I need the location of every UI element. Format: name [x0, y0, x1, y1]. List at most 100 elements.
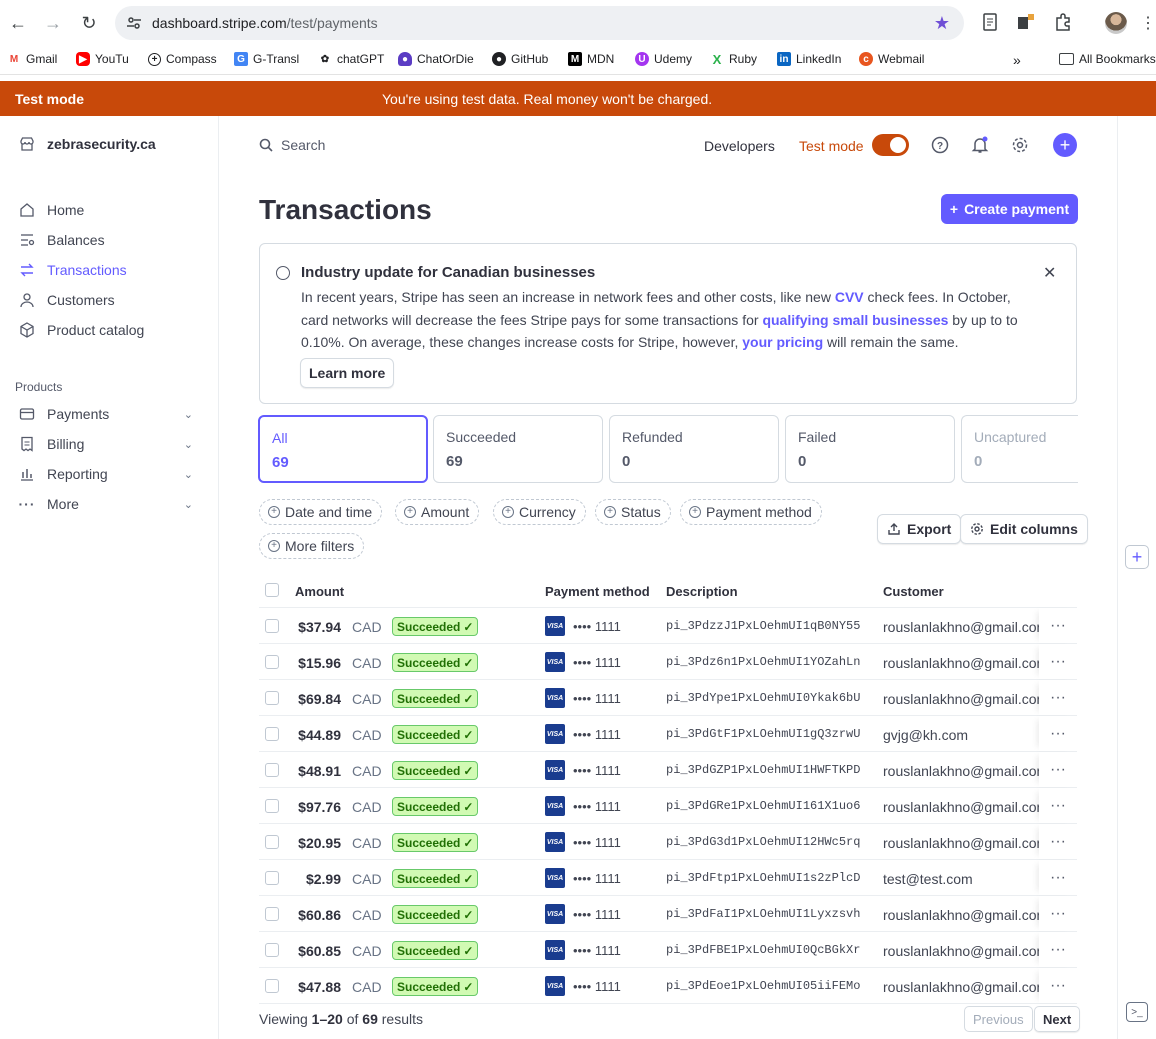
extension-icon[interactable] — [1016, 12, 1036, 32]
settings-gear-icon[interactable] — [1009, 134, 1031, 156]
all-bookmarks[interactable]: All Bookmarks — [1059, 52, 1156, 66]
bookmark-webmail[interactable]: c Webmail — [859, 52, 924, 66]
chevron-down-icon[interactable]: ⌄ — [184, 408, 193, 421]
bookmark-chatgpt[interactable]: ✿ chatGPT — [318, 52, 384, 66]
profile-avatar[interactable] — [1105, 12, 1127, 34]
filter-date-and-time[interactable]: + Date and time — [259, 499, 383, 525]
row-actions-more-icon[interactable]: ··· — [1039, 608, 1077, 643]
developers-link[interactable]: Developers — [704, 138, 775, 154]
sidebar-item-payments[interactable]: Payments ⌄ — [19, 406, 199, 422]
row-actions-more-icon[interactable]: ··· — [1039, 824, 1077, 859]
bookmark-translate[interactable]: G G-Transl — [234, 52, 299, 66]
help-icon[interactable]: ? — [929, 134, 951, 156]
bookmark-linkedin[interactable]: in LinkedIn — [777, 52, 841, 66]
table-row[interactable]: $15.96 CAD Succeeded ✓ VISA •••• 1111 pi_3Pdz6… — [259, 644, 1077, 680]
row-actions-more-icon[interactable]: ··· — [1039, 968, 1077, 1003]
bookmark-chatordie[interactable]: ● ChatOrDie — [398, 52, 474, 66]
row-actions-more-icon[interactable]: ··· — [1039, 752, 1077, 787]
bookmark-star-icon[interactable]: ★ — [934, 13, 950, 34]
chevron-down-icon[interactable]: ⌄ — [184, 438, 193, 451]
column-header-customer[interactable]: Customer — [883, 584, 944, 599]
table-row[interactable]: $2.99 CAD Succeeded ✓ VISA •••• 1111 pi_3PdFtp… — [259, 860, 1077, 896]
column-header-amount[interactable]: Amount — [295, 584, 344, 599]
table-row[interactable]: $44.89 CAD Succeeded ✓ VISA •••• 1111 pi_3PdGt… — [259, 716, 1077, 752]
filter-more-filters[interactable]: + More filters — [259, 533, 365, 559]
select-all-checkbox[interactable] — [265, 583, 279, 597]
filter-amount[interactable]: + Amount — [395, 499, 480, 525]
cvv-link[interactable]: CVV — [835, 289, 864, 305]
sidebar-item-product-catalog[interactable]: Product catalog — [19, 322, 199, 338]
table-row[interactable]: $60.85 CAD Succeeded ✓ VISA •••• 1111 pi_3PdFB… — [259, 932, 1077, 968]
chevron-down-icon[interactable]: ⌄ — [184, 468, 193, 481]
back-arrow-icon[interactable]: ← — [6, 11, 30, 35]
account-switcher[interactable]: zebrasecurity.ca — [19, 136, 156, 152]
row-actions-more-icon[interactable]: ··· — [1039, 896, 1077, 931]
terminal-icon[interactable]: >_ — [1126, 1002, 1148, 1022]
chevron-down-icon[interactable]: ⌄ — [184, 498, 193, 511]
stat-tab-uncaptured[interactable]: Uncaptured 0 — [961, 415, 1078, 483]
row-checkbox[interactable] — [265, 907, 279, 921]
notifications-bell-icon[interactable] — [969, 134, 991, 156]
table-row[interactable]: $47.88 CAD Succeeded ✓ VISA •••• 1111 pi_3PdEo… — [259, 968, 1077, 1004]
more-bookmarks-chevron-icon[interactable]: » — [1013, 52, 1021, 68]
row-actions-more-icon[interactable]: ··· — [1039, 716, 1077, 751]
filter-currency[interactable]: + Currency — [493, 499, 586, 525]
table-row[interactable]: $37.94 CAD Succeeded ✓ VISA •••• 1111 pi_3Pdzz… — [259, 608, 1077, 644]
stat-tab-failed[interactable]: Failed 0 — [785, 415, 955, 483]
sidebar-item-more[interactable]: ··· More ⌄ — [19, 496, 199, 512]
close-icon[interactable]: ✕ — [1043, 263, 1056, 283]
row-checkbox[interactable] — [265, 979, 279, 993]
your-pricing-link[interactable]: your pricing — [742, 334, 823, 350]
stat-tab-all[interactable]: All 69 — [258, 415, 428, 483]
sidebar-item-transactions[interactable]: Transactions — [19, 262, 199, 278]
edit-columns-button[interactable]: Edit columns — [960, 514, 1088, 544]
browser-menu-icon[interactable]: ⋮ — [1140, 13, 1156, 33]
qualifying-small-businesses-link[interactable]: qualifying small businesses — [762, 312, 948, 328]
row-actions-more-icon[interactable]: ··· — [1039, 644, 1077, 679]
create-payment-button[interactable]: + Create payment — [941, 194, 1078, 224]
table-row[interactable]: $60.86 CAD Succeeded ✓ VISA •••• 1111 pi_3PdFa… — [259, 896, 1077, 932]
puzzle-extensions-icon[interactable] — [1053, 12, 1073, 32]
bookmark-compass[interactable]: + Compass — [148, 52, 217, 66]
column-header-payment-method[interactable]: Payment method — [545, 584, 650, 599]
stat-tab-refunded[interactable]: Refunded 0 — [609, 415, 779, 483]
row-actions-more-icon[interactable]: ··· — [1039, 932, 1077, 967]
row-checkbox[interactable] — [265, 727, 279, 741]
row-actions-more-icon[interactable]: ··· — [1039, 788, 1077, 823]
learn-more-button[interactable]: Learn more — [300, 358, 395, 388]
sidebar-item-customers[interactable]: Customers — [19, 292, 199, 308]
bookmark-udemy[interactable]: U Udemy — [635, 52, 692, 66]
address-bar[interactable]: dashboard.stripe.com/test/payments ★ — [115, 6, 964, 40]
sidebar-item-home[interactable]: Home — [19, 202, 199, 218]
bookmark-gmail[interactable]: M Gmail — [7, 52, 57, 66]
stat-tab-succeeded[interactable]: Succeeded 69 — [433, 415, 603, 483]
row-checkbox[interactable] — [265, 763, 279, 777]
row-actions-more-icon[interactable]: ··· — [1039, 860, 1077, 895]
filter-payment-method[interactable]: + Payment method — [680, 499, 822, 525]
filter-status[interactable]: + Status — [595, 499, 671, 525]
reload-icon[interactable]: ↻ — [77, 11, 101, 35]
row-actions-more-icon[interactable]: ··· — [1039, 680, 1077, 715]
row-checkbox[interactable] — [265, 835, 279, 849]
next-page-button[interactable]: Next — [1034, 1006, 1081, 1032]
bookmark-ruby[interactable]: X Ruby — [710, 52, 757, 67]
column-header-description[interactable]: Description — [666, 584, 738, 599]
row-checkbox[interactable] — [265, 871, 279, 885]
table-row[interactable]: $48.91 CAD Succeeded ✓ VISA •••• 1111 pi_3PdGZ… — [259, 752, 1077, 788]
create-new-plus-icon[interactable]: + — [1053, 133, 1077, 157]
table-row[interactable]: $20.95 CAD Succeeded ✓ VISA •••• 1111 pi_3PdG3… — [259, 824, 1077, 860]
add-panel-plus-icon[interactable]: + — [1125, 545, 1149, 569]
export-button[interactable]: Export — [877, 514, 962, 544]
sidebar-item-balances[interactable]: Balances — [19, 232, 199, 248]
row-checkbox[interactable] — [265, 943, 279, 957]
bookmark-github[interactable]: ● GitHub — [492, 52, 548, 66]
test-mode-toggle[interactable] — [872, 134, 909, 156]
table-row[interactable]: $69.84 CAD Succeeded ✓ VISA •••• 1111 pi_3PdYp… — [259, 680, 1077, 716]
row-checkbox[interactable] — [265, 619, 279, 633]
sidebar-item-billing[interactable]: Billing ⌄ — [19, 436, 199, 452]
bookmark-mdn[interactable]: M MDN — [568, 52, 614, 66]
document-extension-icon[interactable] — [980, 12, 1000, 32]
bookmark-youtube[interactable]: ▶ YouTu — [76, 52, 129, 66]
previous-page-button[interactable]: Previous — [964, 1006, 1033, 1032]
row-checkbox[interactable] — [265, 799, 279, 813]
